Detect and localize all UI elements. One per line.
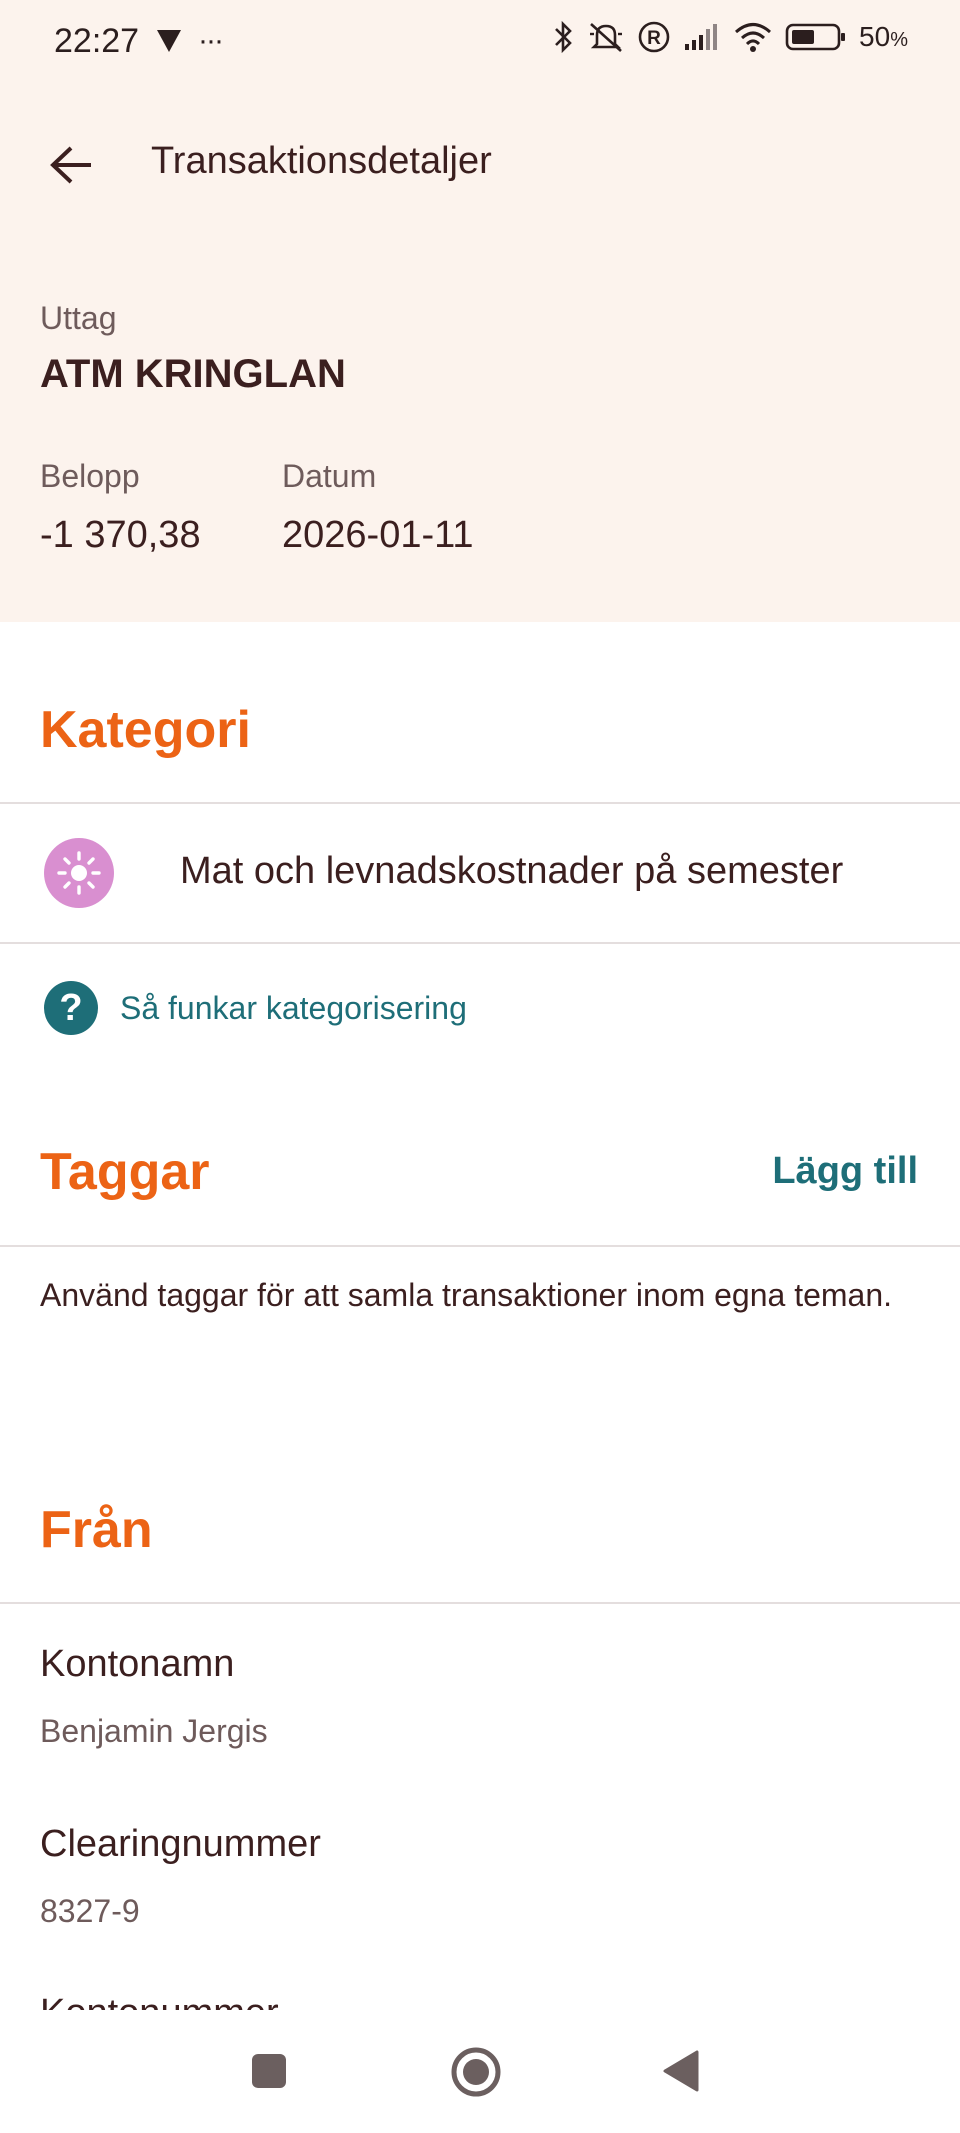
- clearing-number-value: 8327-9: [40, 1893, 140, 1929]
- svg-text:R: R: [647, 28, 661, 49]
- status-left-icons: ···: [154, 24, 224, 58]
- account-name-value: Benjamin Jergis: [40, 1713, 268, 1749]
- back-nav-button[interactable]: [656, 2046, 706, 2096]
- wifi-icon: [735, 23, 772, 52]
- sun-icon: [44, 838, 114, 908]
- categorization-help-link[interactable]: ? Så funkar kategorisering: [44, 980, 467, 1036]
- transaction-type: Uttag: [40, 300, 117, 336]
- from-section-title: Från: [40, 1501, 153, 1559]
- home-button[interactable]: [448, 2044, 504, 2100]
- add-tag-button[interactable]: Lägg till: [772, 1150, 918, 1193]
- page-title: Transaktionsdetaljer: [151, 140, 492, 182]
- help-link-label: Så funkar kategorisering: [120, 989, 467, 1026]
- category-selector[interactable]: Mat och levnadskostnader på semester: [0, 804, 960, 942]
- account-number-label: Kontonummer: [40, 1992, 340, 2010]
- question-icon: ?: [44, 981, 98, 1035]
- divider: [0, 942, 960, 944]
- bluetooth-icon: [555, 20, 572, 54]
- system-navigation-bar: [0, 2010, 960, 2133]
- triangle-back-icon: [663, 2050, 699, 2092]
- clearing-number-label: Clearingnummer: [40, 1823, 321, 1865]
- divider: [0, 1602, 960, 1604]
- arrow-left-icon: [50, 146, 91, 184]
- status-right-icons: R 50%: [553, 20, 908, 54]
- home-circle-icon: [451, 2047, 501, 2097]
- account-number-label-partial: Kontonummer: [40, 1992, 340, 2010]
- status-bar: 22:27 ··· R 50%: [0, 0, 960, 90]
- muted-bell-icon: [590, 23, 623, 52]
- category-name: Mat och levnadskostnader på semester: [180, 850, 844, 892]
- recents-button[interactable]: [244, 2046, 294, 2096]
- back-button[interactable]: [40, 134, 102, 196]
- app-bar: Transaktionsdetaljer: [0, 120, 960, 210]
- battery-percent-unit: %: [890, 29, 908, 51]
- square-icon: [252, 2054, 286, 2088]
- category-section-title: Kategori: [40, 701, 251, 759]
- amount-label: Belopp: [40, 458, 140, 494]
- registered-icon: R: [638, 21, 670, 53]
- battery-icon: [785, 23, 846, 51]
- tags-section-title: Taggar: [40, 1143, 210, 1201]
- amount-value: -1 370,38: [40, 514, 201, 556]
- date-value: 2026-01-11: [282, 514, 474, 556]
- divider: [0, 1245, 960, 1247]
- status-time: 22:27: [54, 22, 140, 60]
- notification-diamond-icon: [157, 30, 181, 52]
- more-notifications-icon: ···: [198, 24, 224, 57]
- account-name-label: Kontonamn: [40, 1643, 235, 1685]
- date-label: Datum: [282, 458, 377, 494]
- tags-description: Använd taggar för att samla transaktione…: [40, 1277, 893, 1313]
- merchant-name: ATM KRINGLAN: [40, 352, 346, 396]
- battery-percent-value: 50: [859, 21, 891, 52]
- signal-icon: [685, 24, 718, 50]
- battery-percent: 50%: [859, 21, 908, 53]
